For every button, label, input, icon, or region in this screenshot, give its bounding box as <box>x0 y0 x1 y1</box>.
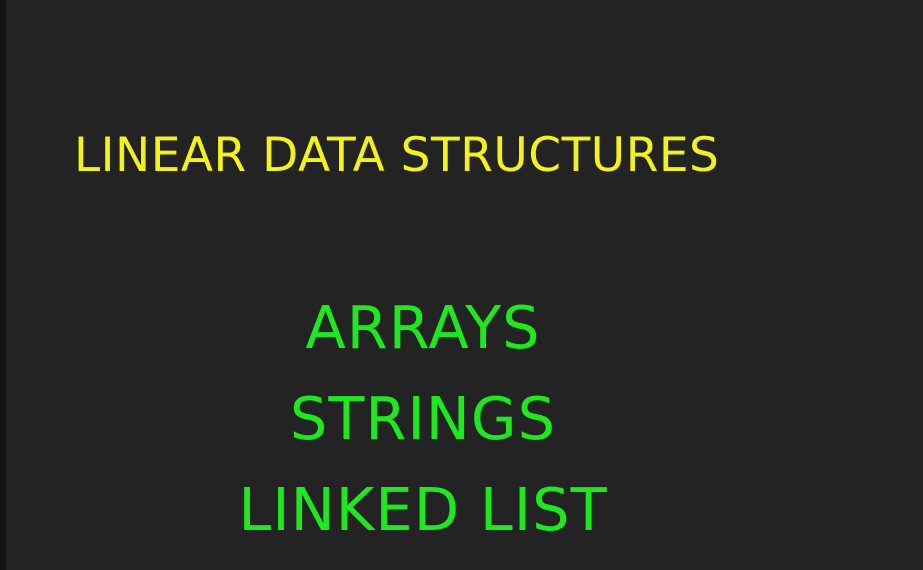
structure-list: ARRAYS STRINGS LINKED LIST <box>0 282 846 555</box>
presentation-slide: LINEAR DATA STRUCTURES ARRAYS STRINGS LI… <box>0 0 923 570</box>
slide-title: LINEAR DATA STRUCTURES <box>74 128 720 183</box>
list-item-strings: STRINGS <box>289 384 557 453</box>
list-item-arrays: ARRAYS <box>305 293 541 362</box>
list-item-linked-list: LINKED LIST <box>238 475 608 544</box>
